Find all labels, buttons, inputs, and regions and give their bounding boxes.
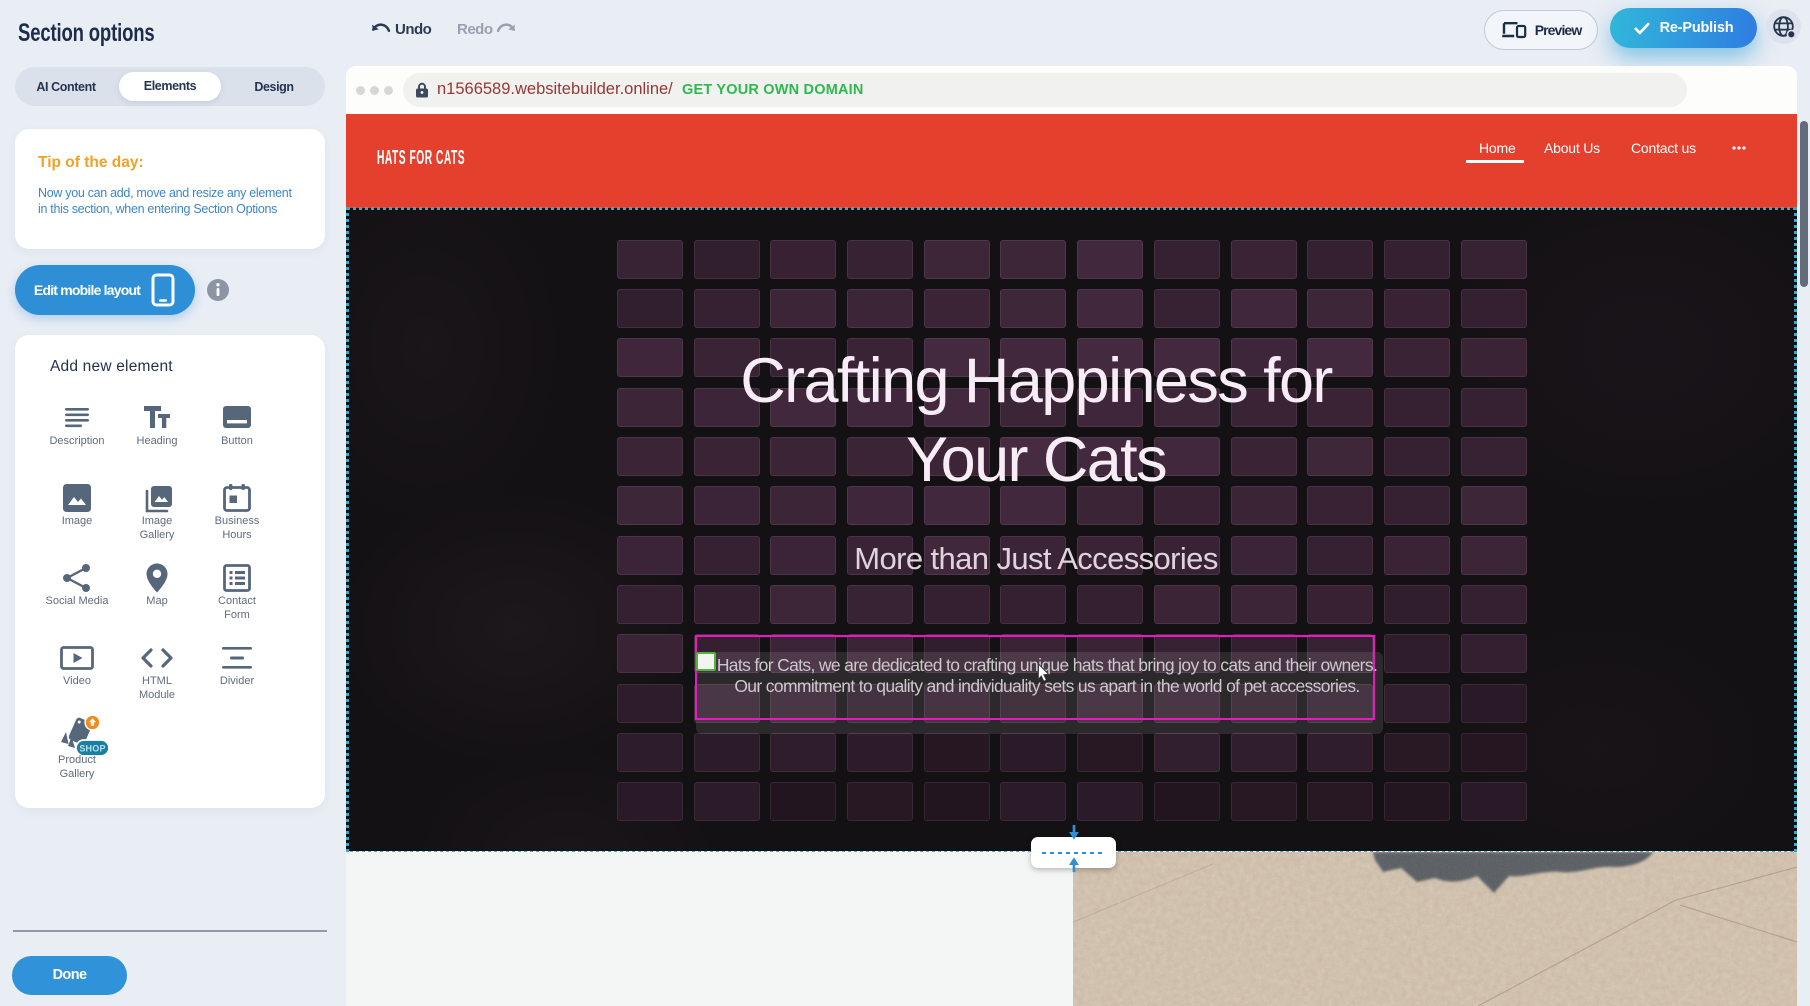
svg-text:SHOP: SHOP bbox=[79, 744, 105, 754]
